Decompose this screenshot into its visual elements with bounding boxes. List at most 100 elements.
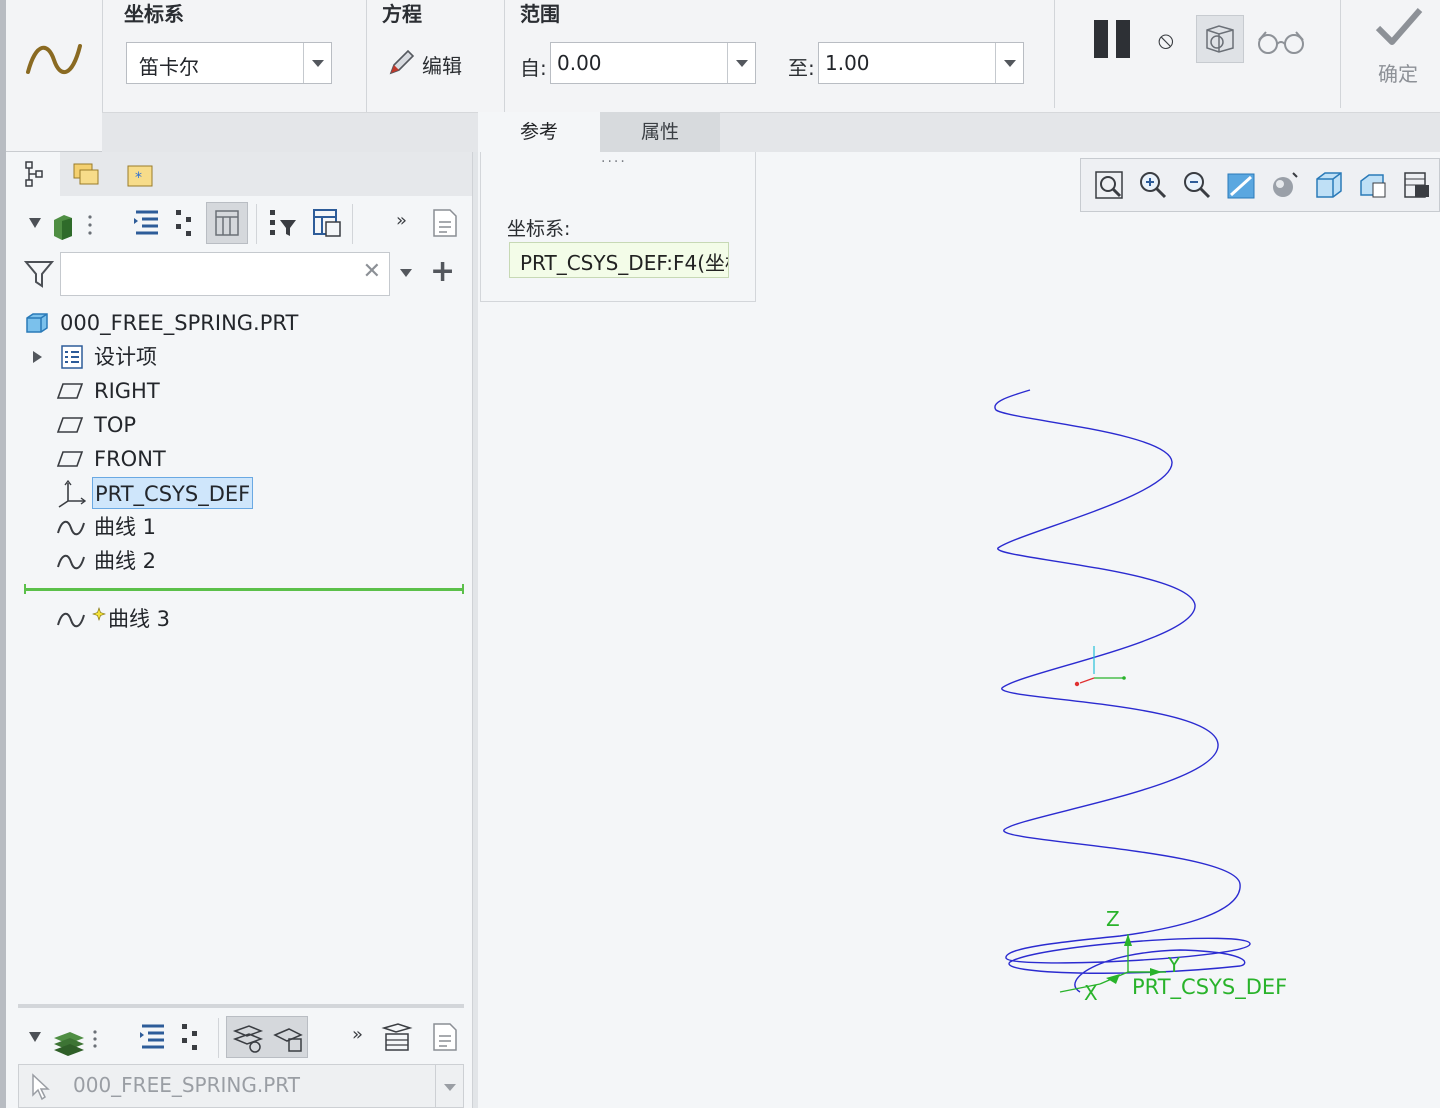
divider: [1340, 0, 1341, 108]
dashboard-tab-strip: [102, 112, 1440, 152]
tree-item-right[interactable]: RIGHT: [56, 375, 256, 407]
show-details-icon[interactable]: [428, 1020, 462, 1054]
columns-icon: [215, 210, 239, 236]
equation-group-title: 方程: [382, 2, 422, 26]
root-label: 000_FREE_SPRING.PRT: [60, 311, 299, 335]
chevron-down-icon[interactable]: [995, 43, 1023, 83]
tree-filter-icon[interactable]: [266, 206, 300, 240]
verify-preview-button[interactable]: [1196, 15, 1244, 63]
expand-all-icon[interactable]: [136, 1020, 166, 1054]
folder-browser-icon[interactable]: [72, 160, 102, 190]
layer-table-icon[interactable]: [380, 1020, 414, 1054]
layer-properties-icon[interactable]: [271, 1021, 305, 1055]
add-filter-icon[interactable]: +: [430, 254, 455, 289]
model-tree-icon: [25, 161, 43, 187]
tab-references[interactable]: 参考: [478, 112, 600, 152]
ref-csys-label: 坐标系:: [507, 218, 571, 240]
tree-search-input[interactable]: ✕: [60, 252, 390, 296]
axis-y-label: Y: [1167, 953, 1181, 977]
range-from-value: 0.00: [557, 51, 602, 75]
settings-table-icon[interactable]: [310, 206, 344, 240]
helix-spring-curve[interactable]: [994, 389, 1251, 993]
range-to-value: 1.00: [825, 51, 870, 75]
expand-arrow-icon[interactable]: [30, 349, 44, 365]
tree-columns-button[interactable]: [206, 202, 248, 244]
divider: [504, 0, 505, 112]
divider: [256, 204, 257, 244]
chevron-down-icon[interactable]: [303, 43, 331, 83]
curve-icon: [57, 554, 85, 570]
svg-text:*: *: [135, 170, 142, 186]
edit-equation-button[interactable]: 编辑: [386, 46, 476, 82]
csys-label[interactable]: PRT_CSYS_DEF: [1132, 975, 1287, 1000]
tab-model-tree[interactable]: [6, 152, 60, 196]
chevron-down-icon[interactable]: [398, 266, 414, 280]
clear-icon[interactable]: ✕: [363, 259, 381, 284]
ok-button[interactable]: 确定: [1354, 6, 1440, 96]
refit-icon[interactable]: [1093, 169, 1125, 201]
divider: [1054, 0, 1055, 108]
tree-item-prt-csys-def[interactable]: PRT_CSYS_DEF: [56, 477, 256, 509]
tree-item-label: RIGHT: [94, 379, 160, 403]
graphics-window[interactable]: Z Y X PRT_CSYS_DEF: [478, 302, 1440, 1108]
tab-properties[interactable]: 属性: [600, 112, 720, 152]
tree-item-label: 设计项: [94, 345, 157, 369]
tree-item-front[interactable]: FRONT: [56, 443, 256, 475]
repaint-icon[interactable]: [1225, 169, 1257, 201]
range-from-input[interactable]: 0.00: [550, 42, 756, 84]
glasses-icon[interactable]: [1256, 26, 1308, 56]
coord-group-title: 坐标系: [124, 2, 184, 26]
tree-item-label: TOP: [94, 413, 137, 437]
no-entry-icon[interactable]: ⦸: [1158, 26, 1174, 54]
display-style-icon[interactable]: [1269, 169, 1301, 201]
tree-item-top[interactable]: TOP: [56, 409, 256, 441]
chevron-down-icon[interactable]: [727, 43, 755, 83]
pause-button[interactable]: [1090, 20, 1134, 60]
favorites-icon[interactable]: *: [126, 160, 156, 190]
references-panel: ···· 坐标系: PRT_CSYS_DEF:F4(坐标系): [480, 152, 756, 302]
funnel-filter-icon[interactable]: [24, 258, 54, 290]
edit-label: 编辑: [422, 54, 462, 78]
tree-item-design-items[interactable]: 设计项: [30, 341, 230, 373]
coord-type-dropdown[interactable]: 笛卡尔: [126, 42, 332, 84]
tree-item-curve-3[interactable]: 曲线 3: [56, 603, 256, 635]
insert-here-marker[interactable]: [24, 584, 464, 594]
pause-icon: [1094, 20, 1108, 58]
layers-menu-icon[interactable]: [26, 1020, 106, 1056]
tree-item-curve-2[interactable]: 曲线 2: [56, 545, 256, 577]
layer-toggle-group[interactable]: [226, 1016, 308, 1058]
collapse-all-icon[interactable]: [178, 1020, 202, 1054]
divider: [352, 204, 353, 244]
more-tools-icon[interactable]: »: [352, 1024, 363, 1045]
active-layer-object-dropdown[interactable]: 000_FREE_SPRING.PRT: [18, 1064, 464, 1108]
ref-csys-collector[interactable]: PRT_CSYS_DEF:F4(坐标系): [509, 242, 729, 278]
more-tools-icon[interactable]: »: [396, 210, 407, 231]
divider: [366, 0, 367, 112]
zoom-out-icon[interactable]: [1181, 169, 1213, 201]
range-to-input[interactable]: 1.00: [818, 42, 1024, 84]
tree-root[interactable]: 000_FREE_SPRING.PRT: [24, 307, 324, 339]
wireframe-preview-icon: [1206, 25, 1234, 53]
range-to-label: 至:: [788, 56, 815, 80]
range-from-label: 自:: [520, 56, 547, 80]
chevron-down-icon[interactable]: [435, 1065, 463, 1107]
layer-visibility-icon[interactable]: [231, 1021, 265, 1055]
coord-type-value: 笛卡尔: [139, 55, 199, 79]
graphics-toolbar: [1080, 158, 1440, 212]
saved-orientations-icon[interactable]: [1313, 169, 1345, 201]
design-items-icon: [61, 345, 83, 369]
part-icon: [26, 313, 48, 333]
drag-handle-icon[interactable]: ····: [601, 154, 627, 170]
zoom-in-icon[interactable]: [1137, 169, 1169, 201]
curve-icon: [57, 520, 85, 536]
panel-sash[interactable]: [18, 1004, 464, 1008]
collapse-all-icon[interactable]: [172, 206, 196, 240]
curve-equation-icon: [26, 44, 82, 74]
ok-label: 确定: [1378, 62, 1418, 86]
tree-item-curve-1[interactable]: 曲线 1: [56, 511, 256, 543]
show-menu-icon[interactable]: [26, 208, 96, 242]
view-manager-icon[interactable]: [1357, 169, 1389, 201]
datum-display-icon[interactable]: [1401, 169, 1433, 201]
show-details-icon[interactable]: [428, 206, 462, 240]
expand-all-icon[interactable]: [130, 206, 164, 240]
